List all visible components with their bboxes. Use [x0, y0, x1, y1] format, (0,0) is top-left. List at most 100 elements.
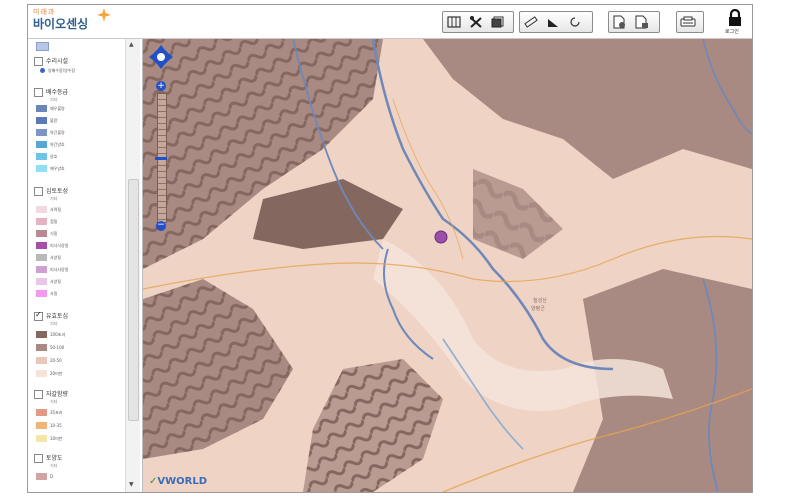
- legend-swatch: [36, 105, 47, 112]
- layer-checkbox[interactable]: [34, 390, 43, 399]
- tools-icon[interactable]: [465, 13, 487, 31]
- vworld-text: VWORLD: [157, 476, 208, 487]
- layer-irrigation[interactable]: 수리시설: [34, 56, 68, 66]
- legend-label: 양배수장/양수장: [48, 68, 76, 73]
- map-place-label: 양평군: [531, 306, 545, 312]
- map-icon[interactable]: [443, 13, 465, 31]
- legend-sub: 기타: [50, 399, 58, 404]
- legend-swatch: [36, 357, 47, 364]
- legend-swatch: [36, 344, 47, 351]
- print-icon[interactable]: [677, 13, 699, 31]
- app-window: 미래과 바이오센싱 로그인 수리시설 양배수장/양수장 배수등급 기타 매우불량…: [27, 4, 753, 493]
- layer-label: 심토토성: [46, 188, 69, 195]
- print-group: [676, 11, 704, 33]
- pump-station-icon: [40, 68, 45, 73]
- layer-gravel-content[interactable]: 자갈함량: [34, 389, 68, 399]
- legend-swatch: [36, 422, 47, 429]
- circle-icon[interactable]: [564, 13, 586, 31]
- layer-checkbox[interactable]: [34, 57, 43, 66]
- legend-sub: 기타: [50, 463, 58, 468]
- logo-title: 바이오센싱: [33, 17, 89, 31]
- legend-label: 사양질: [50, 255, 62, 260]
- layers-icon[interactable]: [487, 13, 509, 31]
- legend-swatch: [36, 266, 47, 273]
- map-place-label: 칠성산: [533, 298, 547, 304]
- legend-label: 20-50: [50, 358, 62, 363]
- scroll-down-icon[interactable]: ▼: [129, 481, 134, 488]
- legend-swatch: [36, 331, 47, 338]
- legend-swatch: [36, 141, 47, 148]
- export2-icon[interactable]: [631, 13, 653, 31]
- legend-swatch: [36, 206, 47, 213]
- layer-effective-depth[interactable]: 유효토심: [34, 310, 69, 321]
- legend-label: 점질: [50, 219, 58, 224]
- legend-swatch-top: [36, 42, 49, 51]
- legend-label: 양호: [50, 154, 58, 159]
- layer-checkbox-checked[interactable]: [34, 310, 43, 321]
- layer-label: 유효토심: [46, 313, 69, 320]
- sidebar-scrollbar[interactable]: ▲ ▼: [125, 39, 140, 492]
- layer-checkbox[interactable]: [34, 88, 43, 97]
- export-tools-group: [608, 11, 660, 33]
- lock-icon: [729, 9, 741, 26]
- legend-label: 매우불량: [50, 106, 65, 111]
- layer-drainage[interactable]: 배수등급: [34, 87, 68, 97]
- ruler-icon[interactable]: [520, 13, 542, 31]
- export-icon[interactable]: [609, 13, 631, 31]
- legend-label: 20미만: [50, 371, 63, 376]
- layer-label: 배수등급: [46, 89, 69, 96]
- legend-swatch: [36, 242, 47, 249]
- map-tools-group: [442, 11, 514, 33]
- legend-swatch: [36, 435, 47, 442]
- terrain-layer: [143, 39, 752, 492]
- layer-subsoil-texture[interactable]: 심토토성: [34, 186, 68, 196]
- legend-label: 사양질: [50, 279, 62, 284]
- map-canvas[interactable]: 칠성산 양평군: [143, 39, 752, 492]
- legend-swatch: [36, 218, 47, 225]
- legend-swatch: [36, 153, 47, 160]
- legend-label: 50-100: [50, 345, 65, 350]
- legend-swatch: [36, 254, 47, 261]
- measure-tools-group: [519, 11, 593, 33]
- pan-control-icon[interactable]: [148, 43, 176, 83]
- zoom-out-button[interactable]: −: [156, 221, 166, 231]
- legend-swatch: [36, 117, 47, 124]
- map-navigation-control: + −: [148, 43, 176, 233]
- legend-label: 식질: [50, 231, 58, 236]
- legend-swatch: [36, 230, 47, 237]
- legend-swatch: [36, 165, 47, 172]
- legend-sub: 기타: [50, 196, 58, 201]
- legend-swatch: [36, 278, 47, 285]
- vworld-watermark: ✓VWORLD: [149, 476, 207, 487]
- scroll-thumb[interactable]: [128, 179, 139, 421]
- legend-swatch: [36, 129, 47, 136]
- login-label: 로그인: [725, 29, 739, 35]
- legend-sub: 기타: [50, 97, 58, 102]
- legend-sub: 기타: [50, 321, 58, 326]
- zoom-slider-handle[interactable]: [155, 157, 167, 160]
- app-logo[interactable]: 미래과 바이오센싱: [32, 7, 132, 35]
- legend-swatch: [36, 290, 47, 297]
- zoom-in-button[interactable]: +: [156, 81, 166, 91]
- layer-label: 수리시설: [46, 58, 69, 65]
- legend-swatch: [36, 473, 47, 480]
- layer-soil-map[interactable]: 토양도: [34, 453, 63, 463]
- logo-spark-icon: [97, 8, 111, 22]
- legend-label: 미사식양질: [50, 243, 69, 248]
- legend-swatch: [36, 370, 47, 377]
- legend-label: D: [50, 474, 54, 479]
- legend-label: 10-35: [50, 423, 62, 428]
- layer-checkbox[interactable]: [34, 187, 43, 196]
- top-toolbar: 미래과 바이오센싱 로그인: [28, 5, 752, 39]
- legend-label: 35초과: [50, 410, 63, 415]
- area-icon[interactable]: [542, 13, 564, 31]
- legend-label: 미사사양질: [50, 267, 69, 272]
- login-button[interactable]: 로그인: [724, 9, 746, 37]
- legend-label: 약간불량: [50, 130, 65, 135]
- layer-label: 자갈함량: [46, 391, 69, 398]
- legend-label: 100초과: [50, 332, 65, 337]
- layer-checkbox[interactable]: [34, 454, 43, 463]
- legend-label: 매우양호: [50, 166, 65, 171]
- scroll-up-icon[interactable]: ▲: [129, 41, 134, 48]
- legend-label: 10미만: [50, 436, 63, 441]
